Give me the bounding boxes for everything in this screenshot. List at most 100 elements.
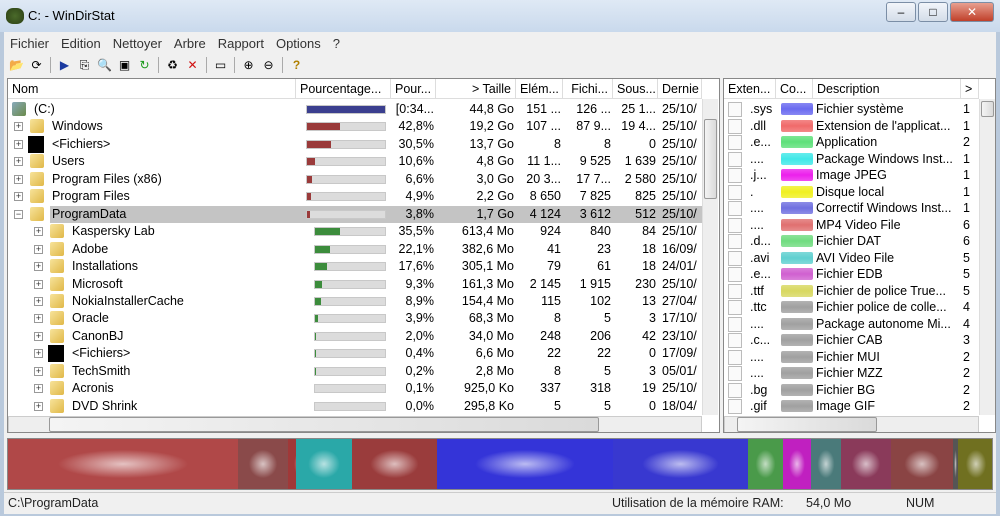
treemap-block[interactable] [8,439,238,489]
expand-button[interactable]: + [34,262,43,272]
treemap-block[interactable] [613,439,748,489]
copy-icon[interactable]: ⎘ [76,57,93,74]
tree-row[interactable]: + Acronis 0,1% 925,0 Ko 337 318 19 25/10/ [8,380,702,397]
extension-row[interactable]: .... Fichier MZZ 2 [724,365,979,382]
treemap-block[interactable] [352,439,437,489]
column-header-1[interactable]: Pourcentage... [296,79,391,99]
extension-row[interactable]: .... Package autonome Mi... 4 [724,316,979,333]
command-prompt-icon[interactable]: ▣ [116,57,133,74]
extension-row[interactable]: .e... Fichier EDB 5 [724,266,979,283]
delete-icon[interactable]: ✕ [184,57,201,74]
tree-row[interactable]: + Windows 42,8% 19,2 Go 107 ... 87 9... 19 4..… [8,118,702,135]
extension-row[interactable]: .ttf Fichier de police True... 5 [724,283,979,300]
extension-row[interactable]: . Disque local 1 [724,184,979,201]
tree-row[interactable]: + TechSmith 0,2% 2,8 Mo 8 5 3 05/01/ [8,363,702,380]
column-header-4[interactable]: Elém... [516,79,563,99]
scrollbar-thumb[interactable] [737,417,877,432]
maximize-button[interactable]: □ [918,2,948,22]
tree-row[interactable]: (C:) [0:34... 44,8 Go 151 ... 126 ... 25 1...… [8,101,702,118]
column-header-2[interactable]: Pour... [391,79,436,99]
extension-row[interactable]: .j... Image JPEG 1 [724,167,979,184]
extension-row[interactable]: .d... Fichier DAT 6 [724,233,979,250]
zoom-out-icon[interactable]: ⊖ [260,57,277,74]
extension-row[interactable]: .... Fichier MUI 2 [724,349,979,366]
menu-nettoyer[interactable]: Nettoyer [107,34,168,54]
expand-button[interactable]: + [14,174,23,184]
horizontal-scrollbar[interactable] [8,416,702,432]
extension-row[interactable]: .sys Fichier système 1 [724,101,979,118]
tree-row[interactable]: + Program Files 4,9% 2,2 Go 8 650 7 825 825 25/… [8,188,702,205]
expand-button[interactable]: + [34,384,43,394]
column-header-0[interactable]: Nom [8,79,296,99]
tree-row[interactable]: + Oracle 3,9% 68,3 Mo 8 5 3 17/10/ [8,310,702,327]
tree-row[interactable]: + CanonBJ 2,0% 34,0 Mo 248 206 42 23/10/ [8,328,702,345]
tree-row[interactable]: + NokiaInstallerCache 8,9% 154,4 Mo 115 102 13… [8,293,702,310]
help-icon[interactable]: ? [288,57,305,74]
treemap[interactable] [7,438,993,490]
treemap-block[interactable] [958,439,992,489]
refresh-all-icon[interactable]: ⟳ [28,57,45,74]
extension-row[interactable]: .e... Application 2 [724,134,979,151]
expand-button[interactable]: + [34,331,43,341]
expand-button[interactable]: + [34,401,43,411]
scrollbar-thumb[interactable] [704,119,717,199]
column-header-1[interactable]: Co... [776,79,813,99]
column-header-0[interactable]: Exten... [724,79,776,99]
extension-row[interactable]: .bg Fichier BG 2 [724,382,979,399]
column-header-3[interactable]: > Taille [436,79,516,99]
properties-icon[interactable]: ▭ [212,57,229,74]
treemap-block[interactable] [437,439,613,489]
tree-row[interactable]: − ProgramData 3,8% 1,7 Go 4 124 3 612 512 25/10… [8,205,702,223]
expand-button[interactable]: + [14,139,23,149]
treemap-block[interactable] [841,439,891,489]
extension-row[interactable]: .avi AVI Video File 5 [724,250,979,267]
vertical-scrollbar[interactable] [702,99,718,415]
menu-arbre[interactable]: Arbre [168,34,212,54]
tree-row[interactable]: + Program Files (x86) 6,6% 3,0 Go 20 3... 17 … [8,171,702,188]
explorer-icon[interactable]: 🔍 [96,57,113,74]
tree-row[interactable]: + <Fichiers> 0,4% 6,6 Mo 22 22 0 17/09/ [8,345,702,363]
horizontal-scrollbar[interactable] [724,416,979,432]
treemap-block[interactable] [811,439,841,489]
expand-button[interactable]: + [14,157,23,167]
recycle-bin-icon[interactable]: ♻ [164,57,181,74]
column-header-2[interactable]: Description [813,79,961,99]
vertical-scrollbar[interactable] [979,99,995,415]
expand-button[interactable]: + [34,279,43,289]
menu-options[interactable]: Options [270,34,327,54]
expand-button[interactable]: + [34,366,43,376]
refresh-icon[interactable]: ↻ [136,57,153,74]
treemap-block[interactable] [783,439,811,489]
expand-button[interactable]: + [34,349,43,359]
extension-row[interactable]: .gif Image GIF 2 [724,398,979,415]
tree-row[interactable]: + Microsoft 9,3% 161,3 Mo 2 145 1 915 230 25/10… [8,276,702,293]
collapse-button[interactable]: − [14,209,23,219]
treemap-block[interactable] [238,439,288,489]
menu-[interactable]: ? [327,34,346,54]
close-button[interactable]: ✕ [950,2,994,22]
extension-row[interactable]: .... Package Windows Inst... 1 [724,151,979,168]
column-header-5[interactable]: Fichi... [563,79,613,99]
treemap-block[interactable] [296,439,352,489]
expand-button[interactable]: + [34,296,43,306]
tree-row[interactable]: + <Fichiers> 30,5% 13,7 Go 8 8 0 25/10/ [8,135,702,153]
zoom-in-icon[interactable]: ⊕ [240,57,257,74]
play-icon[interactable]: ▶ [56,57,73,74]
menu-fichier[interactable]: Fichier [4,34,55,54]
extension-row[interactable]: .dll Extension de l'applicat... 1 [724,118,979,135]
column-header-7[interactable]: Dernie [658,79,702,99]
expand-button[interactable]: + [34,244,43,254]
expand-button[interactable]: + [34,227,43,237]
scrollbar-thumb[interactable] [49,417,599,432]
tree-row[interactable]: + Users 10,6% 4,8 Go 11 1... 9 525 1 639 25/10/ [8,153,702,170]
tree-row[interactable]: + Adobe 22,1% 382,6 Mo 41 23 18 16/09/ [8,241,702,258]
tree-row[interactable]: + Kaspersky Lab 35,5% 613,4 Mo 924 840 84 25/10… [8,223,702,240]
open-folder-icon[interactable]: 📂 [8,57,25,74]
extension-row[interactable]: .... MP4 Video File 6 [724,217,979,234]
extension-row[interactable]: .ttc Fichier police de colle... 4 [724,299,979,316]
expand-button[interactable]: + [14,192,23,202]
expand-button[interactable]: + [34,314,43,324]
tree-row[interactable]: + DVD Shrink 0,0% 295,8 Ko 5 5 0 18/04/ [8,398,702,415]
scrollbar-thumb[interactable] [981,101,994,117]
column-header-6[interactable]: Sous... [613,79,658,99]
